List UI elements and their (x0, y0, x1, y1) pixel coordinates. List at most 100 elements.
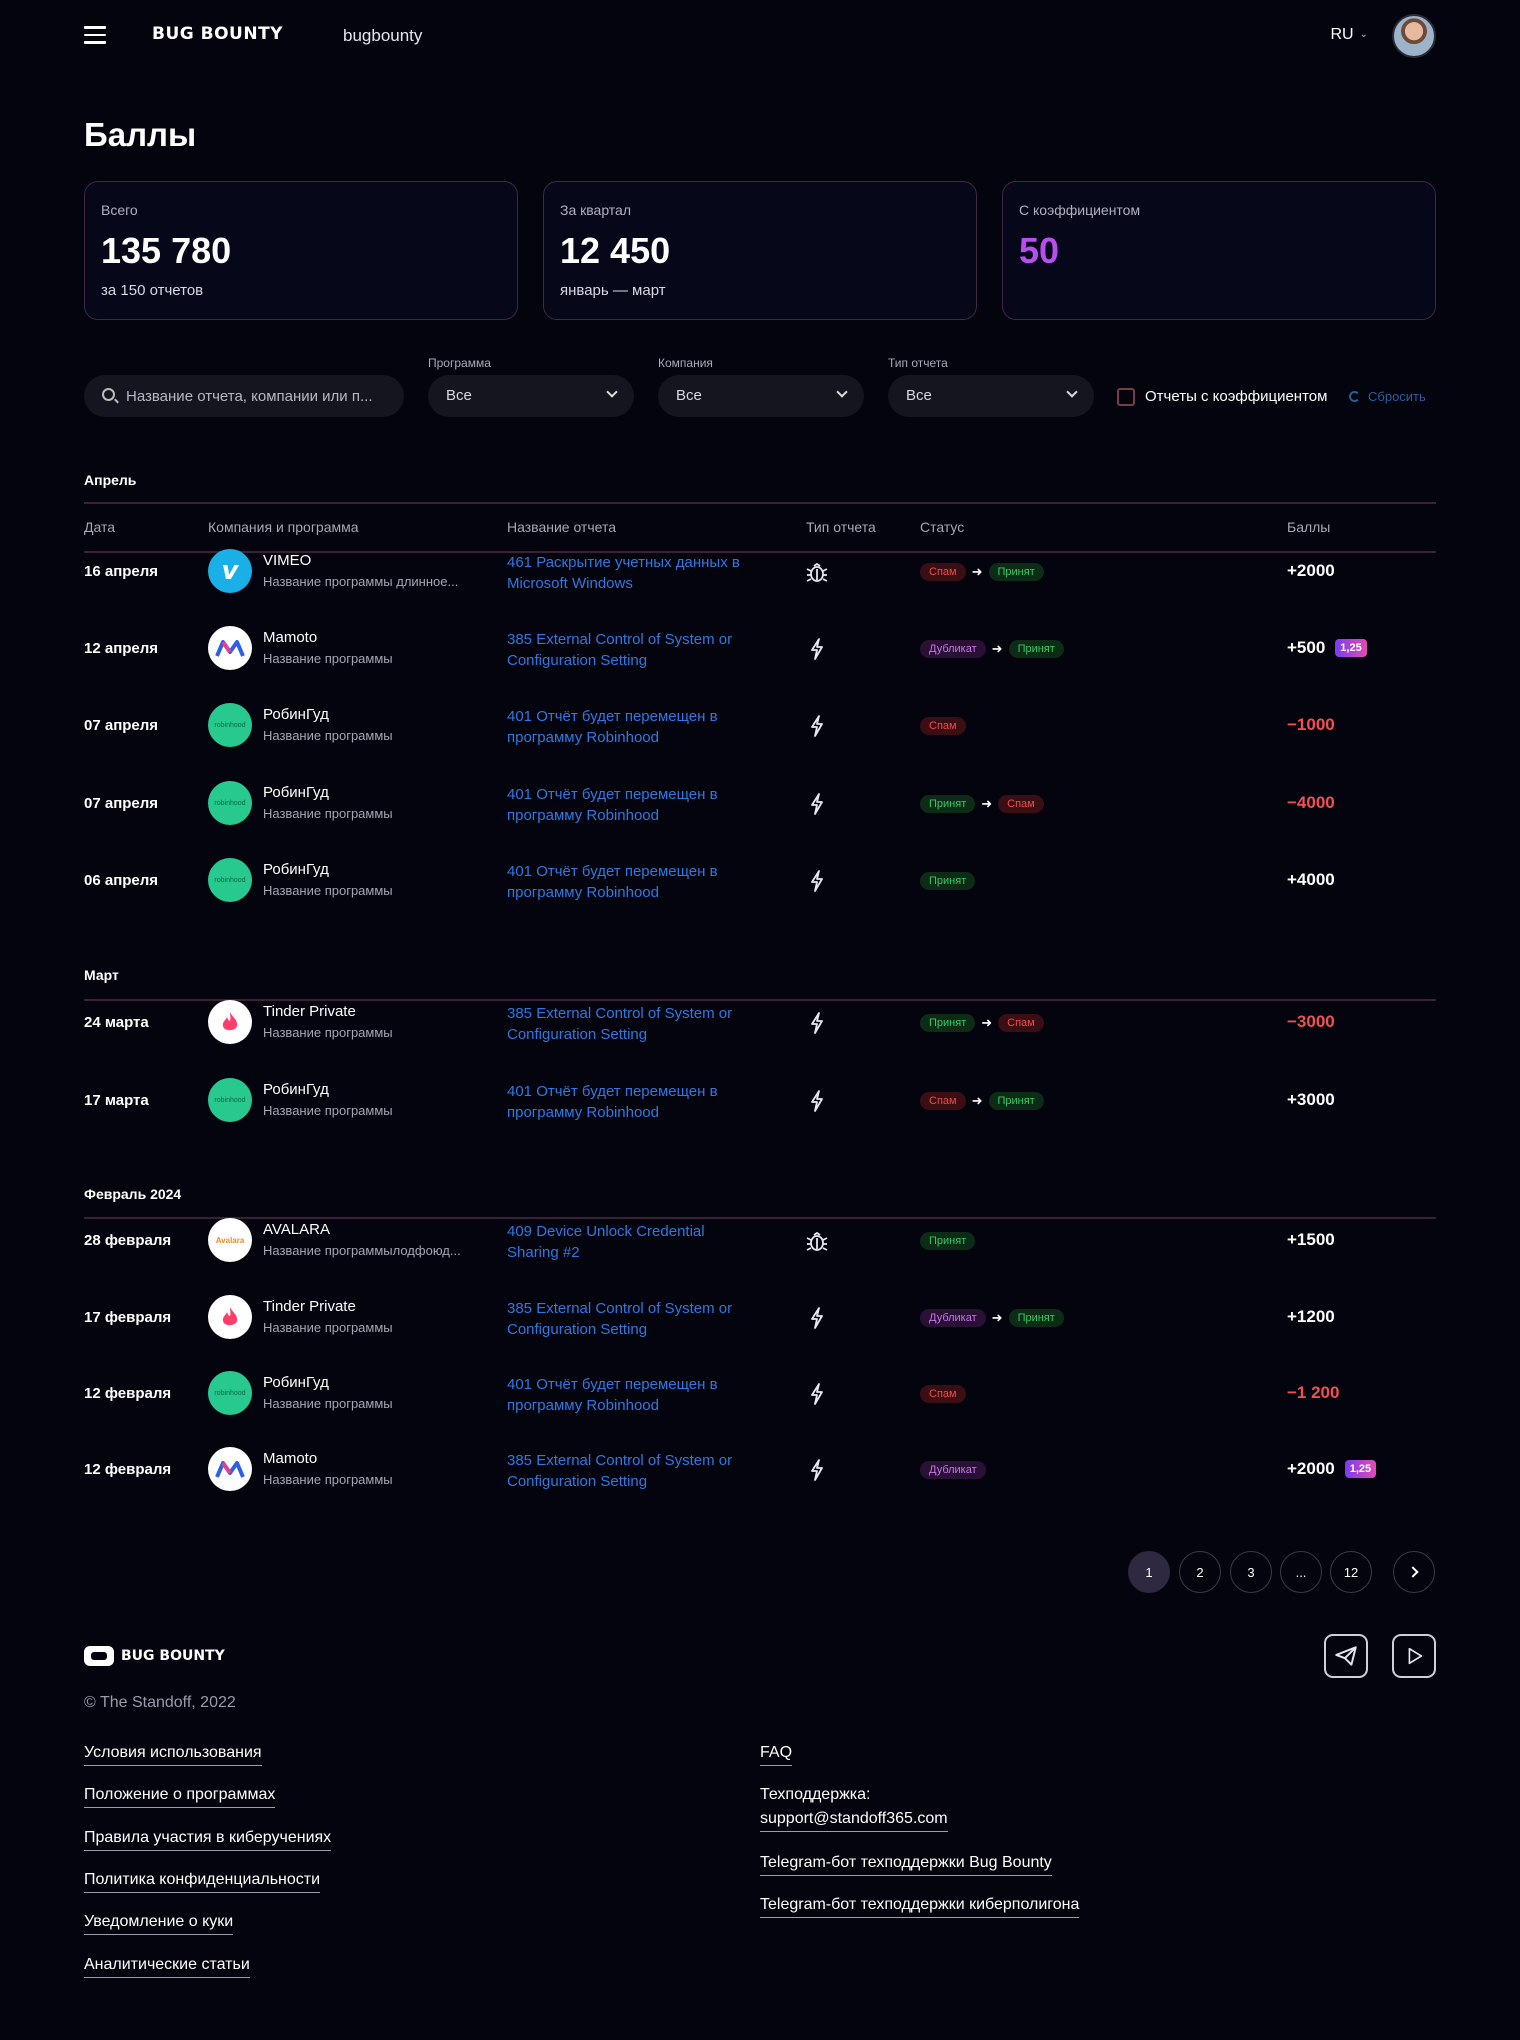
status-chain: Спам ➜ Принят (920, 562, 1044, 582)
footer-link[interactable]: Telegram-бот техподдержки Bug Bounty (760, 1853, 1052, 1876)
col-report: Название отчета (507, 519, 616, 535)
row-date: 16 апреля (84, 563, 159, 580)
page-button[interactable]: 3 (1230, 1551, 1272, 1593)
status-chain: Принят (920, 1231, 976, 1251)
footer-logo[interactable]: BUG BOUNTY (84, 1646, 225, 1666)
arrow-right-icon: ➜ (981, 1015, 993, 1030)
table-row[interactable]: 07 апреля robinhood РобинГуд Название прогр… (84, 695, 1436, 755)
month-heading: Февраль 2024 (84, 1186, 182, 1202)
status-badge: Принят (988, 563, 1044, 581)
chevron-down-icon (836, 386, 848, 398)
footer-link[interactable]: Политика конфиденциальности (84, 1870, 321, 1893)
report-link[interactable]: 385 External Control of System or Config… (507, 629, 757, 671)
stat-value: 12 450 (560, 230, 671, 271)
table-row[interactable]: 17 февраля Tinder Private Название програм… (84, 1287, 1436, 1347)
page-button[interactable]: ... (1280, 1551, 1322, 1593)
search-field[interactable] (84, 375, 404, 417)
table-row[interactable]: 06 апреля robinhood РобинГуд Название прогр… (84, 850, 1436, 910)
mamoto-logo-icon (208, 626, 252, 670)
avatar[interactable] (1392, 14, 1436, 58)
lightning-icon (806, 637, 828, 661)
table-row[interactable]: 12 февраля robinhood РобинГуд Название прог… (84, 1363, 1436, 1423)
language-switcher[interactable]: RU ⌄ (1331, 26, 1369, 44)
search-input[interactable] (126, 375, 394, 417)
report-link[interactable]: 401 Отчёт будет перемещен в программу Ro… (507, 1081, 757, 1123)
company-name: РобинГуд (263, 784, 329, 801)
page-button[interactable]: 2 (1179, 1551, 1221, 1593)
points: +2000 (1287, 561, 1335, 581)
table-row[interactable]: 12 февраля Mamoto Название программы 385 Ex… (84, 1439, 1436, 1499)
program-select[interactable]: Все (428, 375, 634, 417)
footer-link[interactable]: Положение о программах (84, 1785, 276, 1808)
report-link[interactable]: 385 External Control of System or Config… (507, 1298, 757, 1340)
table-row[interactable]: 07 апреля robinhood РобинГуд Название прогр… (84, 773, 1436, 833)
project-name[interactable]: bugbounty (343, 26, 422, 46)
company-select[interactable]: Все (658, 375, 864, 417)
report-link[interactable]: 461 Раскрытие учетных данных в Microsoft… (507, 552, 757, 594)
footer-logo-text: BUG BOUNTY (121, 1648, 225, 1664)
page-button[interactable]: 12 (1330, 1551, 1372, 1593)
chevron-down-icon: ⌄ (1359, 29, 1368, 40)
stat-card-coefficient: С коэффициентом 50 (1002, 181, 1436, 320)
tinder-logo-icon (208, 1000, 252, 1044)
company-name: Tinder Private (263, 1003, 356, 1020)
arrow-right-icon: ➜ (991, 641, 1003, 656)
logo-mark-icon (84, 1646, 114, 1666)
bug-icon (806, 1229, 828, 1253)
footer-link[interactable]: Аналитические статьи (84, 1955, 250, 1978)
points: +1200 (1287, 1307, 1335, 1327)
points-value: +3000 (1287, 1090, 1335, 1109)
report-link[interactable]: 401 Отчёт будет перемещен в программу Ro… (507, 784, 757, 826)
arrow-right-icon: ➜ (981, 796, 993, 811)
table-row[interactable]: 17 марта robinhood РобинГуд Название програ… (84, 1070, 1436, 1130)
type-select[interactable]: Все (888, 375, 1094, 417)
table-row[interactable]: 12 апреля Mamoto Название программы 385 Ext… (84, 618, 1436, 678)
status-badge: Принят (988, 1092, 1044, 1110)
support-email-link[interactable]: support@standoff365.com (760, 1809, 948, 1832)
program-name: Название программылодфоюд... (263, 1243, 461, 1258)
points: −4000 (1287, 793, 1335, 813)
status-badge: Спам (998, 795, 1044, 813)
status-badge: Спам (920, 1092, 966, 1110)
program-name: Название программы (263, 883, 393, 898)
footer-link[interactable]: Уведомление о куки (84, 1912, 234, 1935)
points-value: −1 200 (1287, 1383, 1340, 1402)
report-link[interactable]: 385 External Control of System or Config… (507, 1003, 757, 1045)
report-link[interactable]: 385 External Control of System or Config… (507, 1450, 757, 1492)
status-badge: Дубликат (920, 1461, 986, 1479)
coefficient-checkbox[interactable] (1117, 388, 1135, 406)
page-button[interactable]: 1 (1128, 1551, 1170, 1593)
reset-button[interactable]: Сбросить (1349, 389, 1426, 404)
youtube-icon[interactable] (1392, 1634, 1436, 1678)
table-row[interactable]: 16 апреля v VIMEO Название программы длинно… (84, 541, 1436, 601)
company-name: Tinder Private (263, 1298, 356, 1315)
faq-link[interactable]: FAQ (760, 1743, 793, 1766)
report-link[interactable]: 409 Device Unlock Credential Sharing #2 (507, 1221, 757, 1263)
stat-sub: январь — март (560, 282, 666, 299)
lightning-icon (806, 1382, 828, 1406)
coefficient-checkbox-label[interactable]: Отчеты с коэффициентом (1145, 388, 1327, 405)
report-link[interactable]: 401 Отчёт будет перемещен в программу Ro… (507, 1374, 757, 1416)
telegram-icon[interactable] (1324, 1634, 1368, 1678)
report-link[interactable]: 401 Отчёт будет перемещен в программу Ro… (507, 861, 757, 903)
program-name: Название программы (263, 1103, 393, 1118)
col-date: Дата (84, 519, 116, 535)
table-row[interactable]: 24 марта Tinder Private Название программы… (84, 992, 1436, 1052)
next-page-button[interactable] (1393, 1551, 1435, 1593)
status-chain: Спам ➜ Принят (920, 1091, 1044, 1111)
status-badge: Принят (920, 872, 976, 890)
table-row[interactable]: 28 февраля Avalara AVALARA Название програм… (84, 1210, 1436, 1270)
mamoto-logo-icon (208, 1447, 252, 1491)
footer-link[interactable]: Telegram-бот техподдержки киберполигона (760, 1895, 1080, 1918)
type-filter-label: Тип отчета (888, 356, 948, 370)
report-link[interactable]: 401 Отчёт будет перемещен в программу Ro… (507, 706, 757, 748)
logo[interactable]: BUG BOUNTY (152, 24, 283, 44)
menu-icon[interactable] (84, 26, 106, 46)
points-value: +4000 (1287, 870, 1335, 889)
arrow-right-icon: ➜ (991, 1310, 1003, 1325)
program-name: Название программы (263, 1396, 393, 1411)
row-date: 17 марта (84, 1092, 149, 1109)
footer-link[interactable]: Правила участия в киберучениях (84, 1828, 332, 1851)
lightning-icon (806, 869, 828, 893)
footer-link[interactable]: Условия использования (84, 1743, 262, 1766)
